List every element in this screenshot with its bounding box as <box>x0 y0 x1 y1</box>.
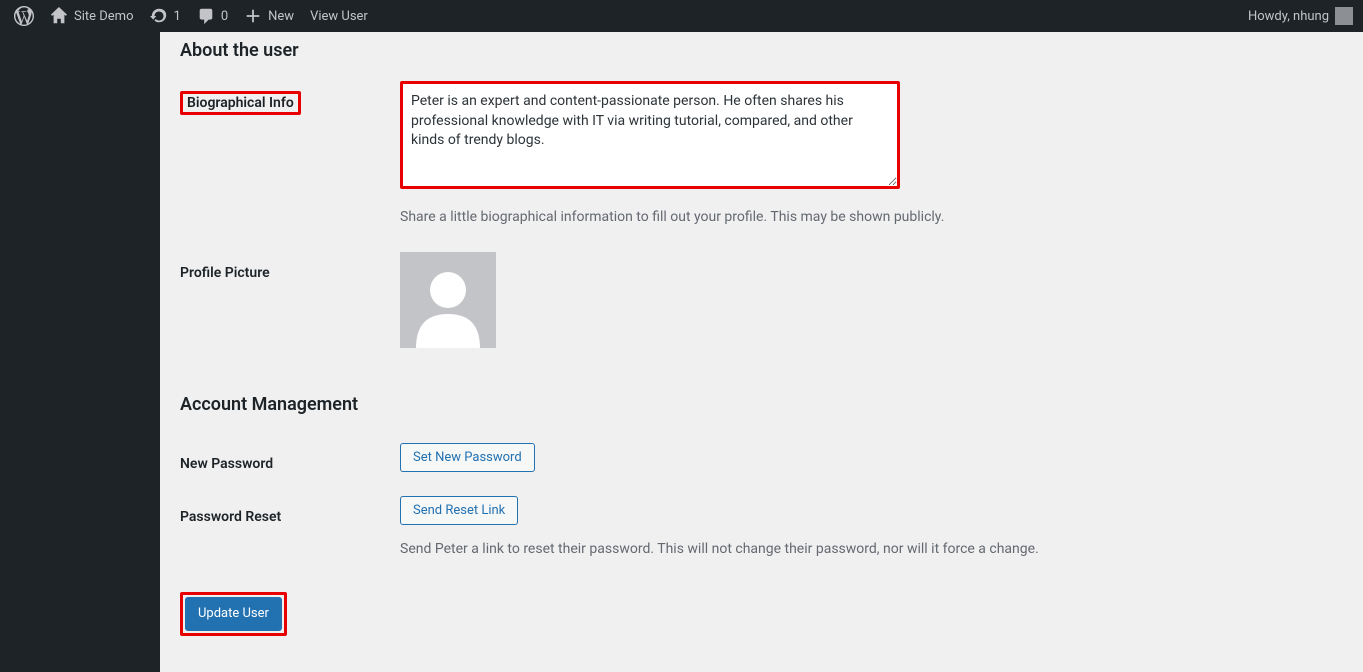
my-account-menu[interactable]: Howdy, nhung <box>1248 7 1353 25</box>
reset-description: Send Peter a link to reset their passwor… <box>400 539 1343 560</box>
picture-field-cell <box>400 252 1343 348</box>
view-user-menu[interactable]: View User <box>302 0 376 32</box>
content-area: About the user Biographical Info Peter i… <box>160 32 1363 672</box>
updates-menu[interactable]: 1 <box>142 0 189 32</box>
bio-textarea[interactable]: Peter is an expert and content-passionat… <box>400 81 900 189</box>
howdy-text: Howdy, nhung <box>1248 9 1329 24</box>
wordpress-icon <box>14 6 34 26</box>
password-reset-label: Password Reset <box>180 509 281 525</box>
site-name-menu[interactable]: Site Demo <box>42 0 142 32</box>
password-reset-field-cell: Send Reset Link Send Peter a link to res… <box>400 496 1343 560</box>
picture-row: Profile Picture <box>180 240 1343 360</box>
site-name-label: Site Demo <box>74 9 134 24</box>
main-wrapper: About the user Biographical Info Peter i… <box>0 32 1363 672</box>
bio-row: Biographical Info Peter is an expert and… <box>180 69 1343 240</box>
picture-label: Profile Picture <box>180 265 270 281</box>
admin-bar: Site Demo 1 0 New View User Howdy, nhung <box>0 0 1363 32</box>
bio-label: Biographical Info <box>180 91 301 115</box>
picture-label-cell: Profile Picture <box>180 252 400 348</box>
admin-sidebar <box>0 32 160 672</box>
view-user-label: View User <box>310 9 368 24</box>
comments-count: 0 <box>221 9 228 24</box>
about-form-table: Biographical Info Peter is an expert and… <box>180 69 1343 360</box>
new-label: New <box>268 9 294 24</box>
update-user-button[interactable]: Update User <box>185 597 282 631</box>
new-content-menu[interactable]: New <box>236 0 302 32</box>
account-heading: Account Management <box>180 386 1343 423</box>
new-password-label: New Password <box>180 456 273 472</box>
updates-count: 1 <box>174 9 181 24</box>
plus-icon <box>244 7 262 25</box>
account-form-table: New Password Set New Password Password R… <box>180 431 1343 572</box>
wp-logo-menu[interactable] <box>6 0 42 32</box>
password-reset-row: Password Reset Send Reset Link Send Pete… <box>180 484 1343 572</box>
new-password-field-cell: Set New Password <box>400 443 1343 472</box>
comments-menu[interactable]: 0 <box>189 0 236 32</box>
set-password-button[interactable]: Set New Password <box>400 443 535 472</box>
admin-bar-left: Site Demo 1 0 New View User <box>6 0 376 32</box>
about-heading: About the user <box>180 32 1343 69</box>
avatar-icon <box>1335 7 1353 25</box>
bio-description: Share a little biographical information … <box>400 207 1343 228</box>
profile-picture <box>400 252 496 348</box>
new-password-label-cell: New Password <box>180 443 400 472</box>
password-reset-label-cell: Password Reset <box>180 496 400 560</box>
send-reset-button[interactable]: Send Reset Link <box>400 496 518 525</box>
home-icon <box>50 7 68 25</box>
bio-label-cell: Biographical Info <box>180 81 400 228</box>
comment-icon <box>197 7 215 25</box>
bio-field-cell: Peter is an expert and content-passionat… <box>400 81 1343 228</box>
update-icon <box>150 7 168 25</box>
avatar-placeholder-icon <box>400 252 496 348</box>
new-password-row: New Password Set New Password <box>180 431 1343 484</box>
submit-highlight: Update User <box>180 592 287 636</box>
